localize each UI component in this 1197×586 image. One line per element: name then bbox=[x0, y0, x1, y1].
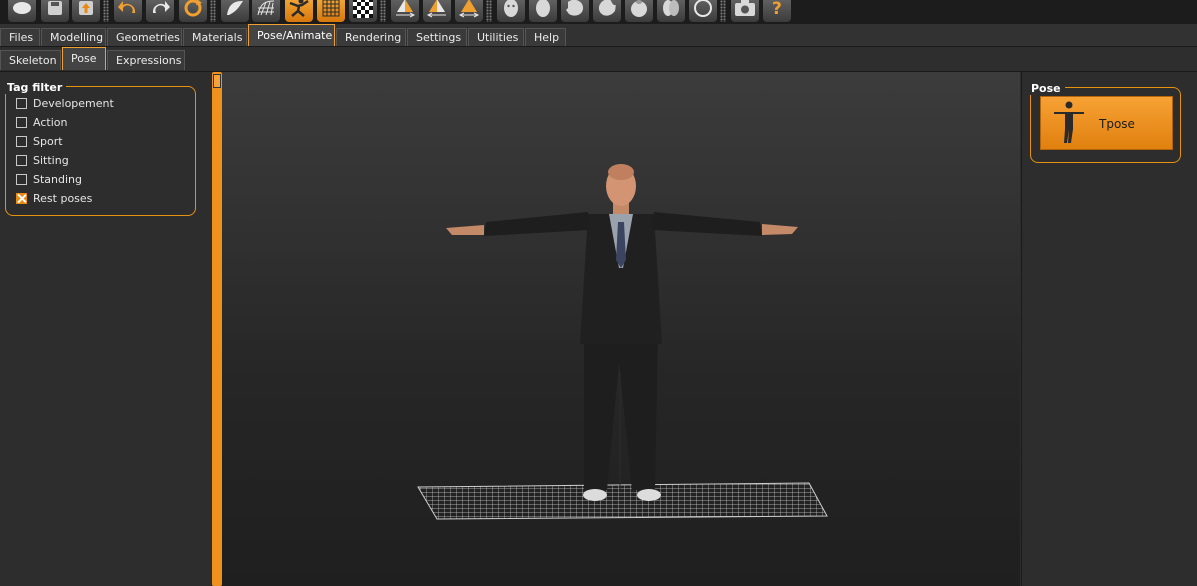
reset-icon[interactable] bbox=[179, 0, 207, 22]
tab-expressions[interactable]: Expressions bbox=[107, 50, 185, 70]
undo-icon[interactable] bbox=[114, 0, 142, 22]
tab-materials[interactable]: Materials bbox=[183, 28, 247, 46]
toolbar-separator bbox=[103, 0, 109, 22]
human-model bbox=[446, 164, 798, 501]
tab-settings[interactable]: Settings bbox=[407, 28, 467, 46]
redo-icon[interactable] bbox=[146, 0, 174, 22]
checkbox[interactable] bbox=[16, 135, 27, 147]
symmetry-right-icon[interactable] bbox=[391, 0, 419, 22]
toolbar: ? bbox=[0, 0, 1197, 24]
pose-panel-title: Pose bbox=[1029, 82, 1065, 95]
back-view-icon[interactable] bbox=[529, 0, 557, 22]
background-icon[interactable] bbox=[349, 0, 377, 22]
toolbar-separator bbox=[210, 0, 216, 22]
toolbar-separator bbox=[380, 0, 386, 22]
tag-filter-title: Tag filter bbox=[5, 81, 67, 94]
right-panel: Pose Tpose bbox=[1021, 72, 1197, 586]
toolbar-separator bbox=[720, 0, 726, 22]
checkbox[interactable] bbox=[16, 97, 27, 109]
tab-rendering[interactable]: Rendering bbox=[336, 28, 406, 46]
splitter-handle[interactable] bbox=[213, 74, 221, 88]
load-icon[interactable] bbox=[72, 0, 100, 22]
tab-geometries[interactable]: Geometries bbox=[107, 28, 182, 46]
front-view-icon[interactable] bbox=[497, 0, 525, 22]
svg-text:?: ? bbox=[772, 0, 782, 18]
save-icon[interactable] bbox=[41, 0, 69, 22]
reset-camera-icon[interactable] bbox=[689, 0, 717, 22]
main-tab-bar: Files Modelling Geometries Materials Pos… bbox=[0, 24, 1197, 47]
grid-icon[interactable] bbox=[317, 0, 345, 22]
symmetry-left-icon[interactable] bbox=[423, 0, 451, 22]
symmetry-icon[interactable] bbox=[455, 0, 483, 22]
tab-files[interactable]: Files bbox=[0, 28, 40, 46]
new-file-icon[interactable] bbox=[8, 0, 36, 22]
screenshot-icon[interactable] bbox=[731, 0, 759, 22]
tag-filter-item-rest-poses[interactable]: Rest poses bbox=[16, 191, 92, 205]
tab-skeleton[interactable]: Skeleton bbox=[0, 50, 61, 70]
floor-grid bbox=[417, 482, 828, 520]
panel-splitter[interactable] bbox=[212, 72, 222, 586]
tag-filter-item-developement[interactable]: Developement bbox=[16, 96, 114, 110]
top-view-icon[interactable] bbox=[625, 0, 653, 22]
pose-item-label: Tpose bbox=[1099, 117, 1135, 131]
bottom-view-icon[interactable] bbox=[657, 0, 685, 22]
tab-pose-animate[interactable]: Pose/Animate bbox=[248, 24, 335, 46]
wireframe-icon[interactable] bbox=[252, 0, 280, 22]
3d-viewport[interactable] bbox=[222, 72, 1020, 586]
tag-filter-item-sport[interactable]: Sport bbox=[16, 134, 63, 148]
checkbox[interactable] bbox=[16, 173, 27, 185]
right-view-icon[interactable] bbox=[593, 0, 621, 22]
toolbar-separator bbox=[486, 0, 492, 22]
sub-tab-bar: Skeleton Pose Expressions bbox=[0, 47, 1197, 72]
tag-filter-item-action[interactable]: Action bbox=[16, 115, 67, 129]
pose-icon[interactable] bbox=[285, 0, 313, 22]
checkbox-checked[interactable] bbox=[16, 192, 27, 204]
checkbox[interactable] bbox=[16, 116, 27, 128]
smooth-icon[interactable] bbox=[221, 0, 249, 22]
tab-pose[interactable]: Pose bbox=[62, 47, 106, 70]
tab-modelling[interactable]: Modelling bbox=[41, 28, 106, 46]
left-view-icon[interactable] bbox=[561, 0, 589, 22]
tag-filter-item-standing[interactable]: Standing bbox=[16, 172, 82, 186]
tpose-thumbnail-icon bbox=[1054, 101, 1084, 143]
tab-help[interactable]: Help bbox=[525, 28, 566, 46]
tag-filter-item-sitting[interactable]: Sitting bbox=[16, 153, 69, 167]
tab-utilities[interactable]: Utilities bbox=[468, 28, 524, 46]
pose-item-tpose[interactable]: Tpose bbox=[1040, 96, 1173, 150]
left-panel: Tag filter Developement Action Sport Sit… bbox=[0, 72, 210, 586]
checkbox[interactable] bbox=[16, 154, 27, 166]
scene bbox=[417, 164, 828, 520]
help-icon[interactable]: ? bbox=[763, 0, 791, 22]
